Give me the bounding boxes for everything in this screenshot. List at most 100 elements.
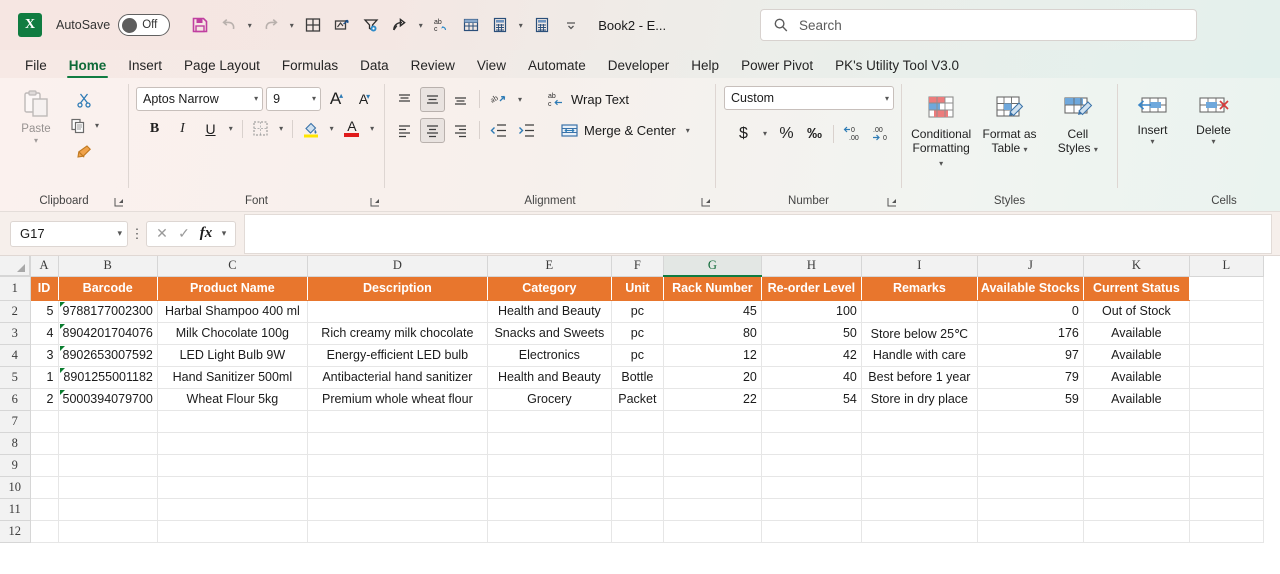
cell-g8[interactable] [662,431,762,455]
column-header-e[interactable]: E [486,256,612,277]
row-header-6[interactable]: 6 [0,387,31,411]
tab-view[interactable]: View [466,58,517,78]
cell-j5[interactable]: 79 [976,365,1084,389]
cell-l3[interactable] [1188,321,1264,345]
merge-center-dropdown-icon[interactable]: ▾ [682,126,694,135]
cell-g6[interactable]: 22 [662,387,762,411]
comma-format-button[interactable]: ‰ [802,121,827,146]
cell-j11[interactable] [976,497,1084,521]
cell-h10[interactable] [760,475,862,499]
font-color-button[interactable]: A [339,116,364,141]
header-cell-remarks[interactable]: Remarks [860,275,978,301]
redo-dropdown-icon[interactable]: ▾ [286,21,297,30]
increase-font-size-button[interactable]: A ▴ [324,86,349,111]
alignment-dialog-launcher[interactable] [701,197,711,207]
cell-l11[interactable] [1188,497,1264,521]
cell-k10[interactable] [1082,475,1190,499]
fx-icon[interactable]: fx [196,225,216,242]
share-icon[interactable] [386,12,413,39]
cell-b5[interactable]: 8901255001182 [57,365,158,389]
cell-j6[interactable]: 59 [976,387,1084,411]
cell-l10[interactable] [1188,475,1264,499]
cell-h4[interactable]: 42 [760,343,862,367]
column-header-c[interactable]: C [156,256,308,277]
cell-g4[interactable]: 12 [662,343,762,367]
cell-e6[interactable]: Grocery [486,387,612,411]
cell-e11[interactable] [486,497,612,521]
search-input[interactable]: Search [760,9,1197,41]
calculate-dropdown-icon[interactable]: ▾ [515,21,526,30]
cell-e12[interactable] [486,519,612,543]
header-cell-id[interactable]: ID [29,275,59,301]
cell-h3[interactable]: 50 [760,321,862,345]
camera-icon[interactable] [328,12,355,39]
cell-g5[interactable]: 20 [662,365,762,389]
header-cell-rack-number[interactable]: Rack Number [662,275,762,301]
filter-settings-icon[interactable] [357,12,384,39]
cell-j7[interactable] [976,409,1084,433]
cell-h5[interactable]: 40 [760,365,862,389]
cell-c9[interactable] [156,453,308,477]
column-header-d[interactable]: D [306,256,488,277]
cell-b4[interactable]: 8902653007592 [57,343,158,367]
tab-insert[interactable]: Insert [117,58,173,78]
header-cell-available-stocks[interactable]: Available Stocks [976,275,1084,301]
cell-i4[interactable]: Handle with care [860,343,978,367]
row-header-4[interactable]: 4 [0,343,31,367]
column-header-a[interactable]: A [29,256,59,277]
redo-icon[interactable] [257,12,284,39]
cell-l9[interactable] [1188,453,1264,477]
cell-j10[interactable] [976,475,1084,499]
increase-indent-button[interactable] [514,118,539,143]
delete-cells-button[interactable]: Delete ▾ [1186,90,1241,146]
cell-b9[interactable] [57,453,158,477]
cell-k7[interactable] [1082,409,1190,433]
cell-i7[interactable] [860,409,978,433]
cell-c10[interactable] [156,475,308,499]
cell-c12[interactable] [156,519,308,543]
row-header-1[interactable]: 1 [0,275,31,301]
fx-dropdown-icon[interactable]: ▾ [218,228,230,239]
align-bottom-button[interactable] [448,87,473,112]
cell-j8[interactable] [976,431,1084,455]
cell-g9[interactable] [662,453,762,477]
column-header-i[interactable]: I [860,256,978,277]
tab-power-pivot[interactable]: Power Pivot [730,58,824,78]
cell-i2[interactable] [860,299,978,323]
cell-a8[interactable] [29,431,59,455]
tab-developer[interactable]: Developer [597,58,681,78]
conditional-formatting-dropdown-icon[interactable]: ▾ [939,159,943,168]
cell-d2[interactable] [306,299,488,323]
font-family-combo[interactable]: Aptos Narrow ▾ [136,86,264,111]
undo-dropdown-icon[interactable]: ▾ [244,21,255,30]
number-dialog-launcher[interactable] [887,197,897,207]
accounting-dropdown-icon[interactable]: ▾ [759,129,771,138]
insert-cells-dropdown-icon[interactable]: ▾ [1150,137,1154,146]
cell-g2[interactable]: 45 [662,299,762,323]
checkmark-icon[interactable]: ✓ [174,225,194,242]
cell-d8[interactable] [306,431,488,455]
decrease-font-size-button[interactable]: A ▾ [352,86,377,111]
cell-d3[interactable]: Rich creamy milk chocolate [306,321,488,345]
column-header-l[interactable]: L [1188,256,1264,277]
cell-i3[interactable]: Store below 25℃ [860,321,978,345]
insert-cells-button[interactable]: Insert ▾ [1125,90,1180,146]
header-cell-description[interactable]: Description [306,275,488,301]
column-header-b[interactable]: B [57,256,158,277]
spelling-abc-icon[interactable]: ab c [428,12,455,39]
cell-f5[interactable]: Bottle [610,365,664,389]
cell-c5[interactable]: Hand Sanitizer 500ml [156,365,308,389]
cell-j2[interactable]: 0 [976,299,1084,323]
cell-g7[interactable] [662,409,762,433]
cell-k4[interactable]: Available [1082,343,1190,367]
save-icon[interactable] [186,12,213,39]
cell-d10[interactable] [306,475,488,499]
cell-j3[interactable]: 176 [976,321,1084,345]
cell-e4[interactable]: Electronics [486,343,612,367]
cell-g11[interactable] [662,497,762,521]
cell-h8[interactable] [760,431,862,455]
cell-b12[interactable] [57,519,158,543]
column-header-k[interactable]: K [1082,256,1190,277]
cell-l5[interactable] [1188,365,1264,389]
cell-e2[interactable]: Health and Beauty [486,299,612,323]
